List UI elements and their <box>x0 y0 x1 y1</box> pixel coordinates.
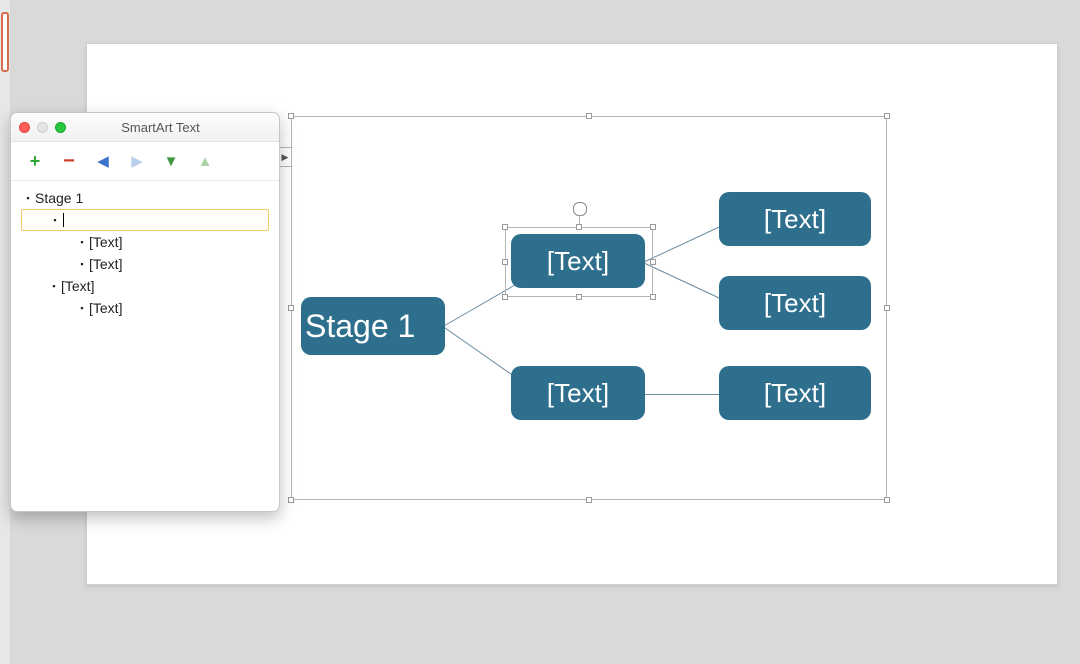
outline-item[interactable]: ▪[Text] <box>21 297 269 319</box>
panel-title: SmartArt Text <box>50 120 271 135</box>
move-down-button[interactable]: ▼ <box>161 151 181 171</box>
panel-titlebar[interactable]: SmartArt Text <box>11 113 279 142</box>
outline-item[interactable]: ▪[Text] <box>21 275 269 297</box>
resize-handle[interactable] <box>586 497 592 503</box>
arrow-down-icon: ▼ <box>164 153 179 170</box>
slide-thumbnail-strip <box>0 0 10 664</box>
slide-thumbnail-selected[interactable] <box>1 12 9 72</box>
outline-item-text: [Text] <box>89 231 122 253</box>
smartart-text-panel[interactable]: SmartArt Text + − ◀ ▶ ▼ ▲ ▪Stage 1▪▪[Tex… <box>10 112 280 512</box>
outline-item-text: Stage 1 <box>35 187 83 209</box>
resize-handle[interactable] <box>884 113 890 119</box>
bullet-icon: ▪ <box>49 275 59 297</box>
add-shape-button[interactable]: + <box>25 151 45 171</box>
outline-item-text: [Text] <box>61 275 94 297</box>
smartart-selection-frame[interactable]: ▶ <box>291 116 887 500</box>
outline-item[interactable]: ▪[Text] <box>21 231 269 253</box>
demote-button[interactable]: ▶ <box>127 151 147 171</box>
outline-item[interactable]: ▪[Text] <box>21 253 269 275</box>
resize-handle[interactable] <box>288 497 294 503</box>
chevron-right-icon: ▶ <box>282 152 289 162</box>
outline-item[interactable]: ▪Stage 1 <box>21 187 269 209</box>
remove-shape-button[interactable]: − <box>59 151 79 171</box>
arrow-right-icon: ▶ <box>131 152 143 170</box>
resize-handle[interactable] <box>586 113 592 119</box>
resize-handle[interactable] <box>884 305 890 311</box>
text-cursor <box>63 213 64 227</box>
resize-handle[interactable] <box>288 305 294 311</box>
outline-item-editing[interactable]: ▪ <box>21 209 269 231</box>
move-up-button[interactable]: ▲ <box>195 151 215 171</box>
minimize-button[interactable] <box>37 122 48 133</box>
bullet-icon: ▪ <box>23 187 33 209</box>
panel-toolbar: + − ◀ ▶ ▼ ▲ <box>11 142 279 181</box>
promote-button[interactable]: ◀ <box>93 151 113 171</box>
resize-handle[interactable] <box>884 497 890 503</box>
arrow-up-icon: ▲ <box>198 153 213 170</box>
bullet-icon: ▪ <box>77 253 87 275</box>
close-button[interactable] <box>19 122 30 133</box>
arrow-left-icon: ◀ <box>97 152 109 170</box>
text-pane-toggle[interactable]: ▶ <box>278 147 292 167</box>
minus-icon: − <box>63 156 75 166</box>
outline-list[interactable]: ▪Stage 1▪▪[Text]▪[Text]▪[Text]▪[Text] <box>11 181 279 329</box>
outline-item-text: [Text] <box>89 253 122 275</box>
outline-item-text: [Text] <box>89 297 122 319</box>
bullet-icon: ▪ <box>77 231 87 253</box>
resize-handle[interactable] <box>288 113 294 119</box>
bullet-icon: ▪ <box>50 209 60 231</box>
bullet-icon: ▪ <box>77 297 87 319</box>
plus-icon: + <box>30 151 41 172</box>
